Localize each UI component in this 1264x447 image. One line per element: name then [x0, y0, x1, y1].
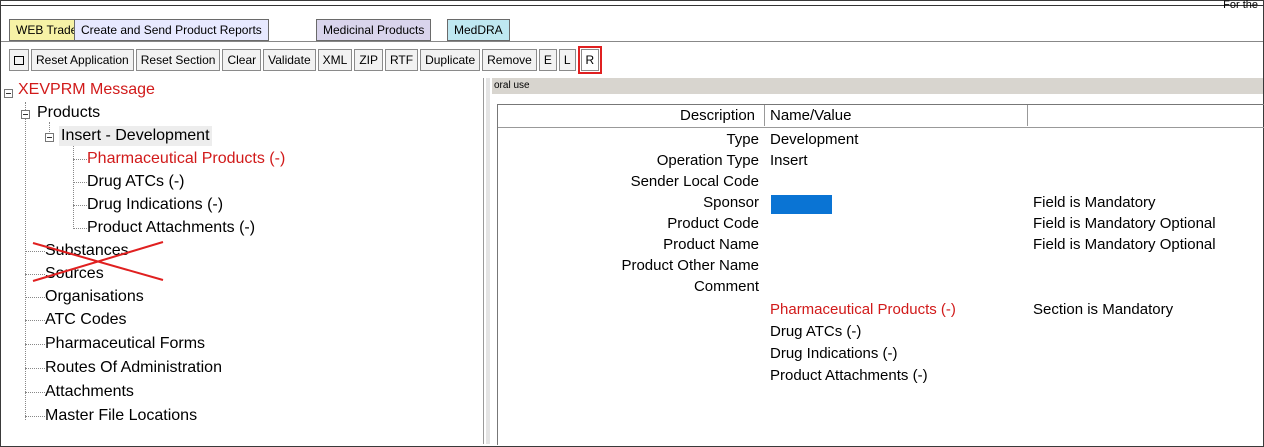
clear-button[interactable]: Clear — [222, 49, 262, 71]
collapse-toggle-icon[interactable] — [45, 133, 54, 142]
tree-item-master-file-locations[interactable]: Master File Locations — [45, 406, 197, 426]
row-label: Product Code — [667, 215, 759, 232]
corner-title: For the — [1223, 0, 1258, 11]
tree-connector — [25, 416, 45, 417]
row-note: Field is Mandatory Optional — [1033, 236, 1216, 253]
reset-application-button[interactable]: Reset Application — [31, 49, 134, 71]
tree-root-xevprm-message[interactable]: XEVPRM Message — [18, 80, 155, 100]
tree-item-pharmaceutical-products[interactable]: Pharmaceutical Products (-) — [87, 149, 285, 169]
panel-splitter[interactable] — [486, 78, 490, 444]
row-label: Product Other Name — [621, 257, 759, 274]
remove-button[interactable]: Remove — [482, 49, 537, 71]
column-header-name-value: Name/Value — [770, 107, 852, 124]
row-label: Sponsor — [703, 194, 759, 211]
validate-button[interactable]: Validate — [263, 49, 316, 71]
sponsor-value-field[interactable] — [771, 195, 832, 214]
window-toggle-button[interactable] — [9, 49, 29, 71]
xml-button[interactable]: XML — [317, 49, 353, 71]
tree-item-attachments[interactable]: Attachments — [45, 382, 134, 402]
tree-item-atc-codes[interactable]: ATC Codes — [45, 310, 127, 330]
row-label: Operation Type — [656, 152, 759, 169]
table-row: Operation Type Insert — [498, 152, 1264, 173]
row-label: Type — [726, 131, 759, 148]
tree-item-routes-of-administration[interactable]: Routes Of Administration — [45, 358, 222, 378]
reset-section-button[interactable]: Reset Section — [135, 49, 221, 71]
tree-item-organisations[interactable]: Organisations — [45, 287, 144, 307]
tree-item-product-attachments[interactable]: Product Attachments (-) — [87, 218, 255, 238]
tree-connector — [25, 320, 45, 321]
tab-create-send-product-reports[interactable]: Create and Send Product Reports — [74, 19, 269, 41]
tree-item-drug-indications[interactable]: Drug Indications (-) — [87, 195, 223, 215]
detail-table: Description Name/Value Type Development … — [497, 104, 1264, 445]
link-pharmaceutical-products[interactable]: Pharmaceutical Products (-) — [770, 301, 956, 318]
table-row: Sender Local Code — [498, 173, 1264, 194]
toolbar: Reset Application Reset Section Clear Va… — [9, 46, 603, 74]
tree-item-drug-atcs[interactable]: Drug ATCs (-) — [87, 172, 184, 192]
tab-medicinal-products[interactable]: Medicinal Products — [316, 19, 432, 41]
l-button[interactable]: L — [558, 49, 576, 71]
table-row: Sponsor Field is Mandatory — [498, 194, 1264, 215]
row-label: Comment — [693, 278, 759, 295]
table-row: Product Code Field is Mandatory Optional — [498, 215, 1264, 236]
path-bar: oral use — [492, 78, 1263, 94]
table-row: Product Other Name — [498, 257, 1264, 278]
tree-connector — [73, 182, 87, 183]
tree-connector — [73, 159, 87, 160]
e-button[interactable]: E — [538, 49, 557, 71]
tree-connector — [25, 102, 26, 420]
table-row: Product Name Field is Mandatory Optional — [498, 236, 1264, 257]
table-row: Type Development — [498, 131, 1264, 152]
row-value[interactable]: Development — [770, 131, 858, 148]
link-drug-indications[interactable]: Drug Indications (-) — [770, 345, 898, 362]
tree-panel: XEVPRM Message Products Insert - Develop… — [1, 78, 484, 444]
row-label: Product Name — [663, 236, 759, 253]
link-product-attachments[interactable]: Product Attachments (-) — [770, 367, 928, 384]
tree-connector — [25, 392, 45, 393]
duplicate-button[interactable]: Duplicate — [420, 49, 481, 71]
rtf-button[interactable]: RTF — [384, 49, 419, 71]
tree-connector — [73, 144, 74, 229]
tabs-divider — [1, 41, 1263, 42]
navigation-tree: XEVPRM Message Products Insert - Develop… — [1, 78, 481, 444]
column-separator — [1027, 105, 1028, 126]
row-label: Sender Local Code — [630, 173, 759, 190]
tree-connector — [25, 297, 45, 298]
collapse-toggle-icon[interactable] — [4, 89, 13, 98]
table-row: Drug ATCs (-) — [498, 323, 1264, 344]
cross-out-icon — [32, 241, 164, 282]
detail-panel: oral use Description Name/Value Type Dev… — [492, 78, 1264, 445]
table-row: Pharmaceutical Products (-) Section is M… — [498, 301, 1264, 322]
tree-connector — [73, 205, 87, 206]
table-row: Drug Indications (-) — [498, 345, 1264, 366]
tree-item-products[interactable]: Products — [37, 103, 100, 123]
tree-connector — [25, 368, 45, 369]
column-header-description: Description — [680, 107, 756, 124]
tree-item-pharmaceutical-forms[interactable]: Pharmaceutical Forms — [45, 334, 205, 354]
tree-item-insert-development[interactable]: Insert - Development — [59, 126, 212, 146]
header-divider — [498, 127, 1264, 128]
tree-connector — [73, 228, 87, 229]
strikeout-mark — [31, 238, 167, 283]
window-icon — [14, 55, 24, 65]
table-row: Comment — [498, 278, 1264, 299]
section-note: Section is Mandatory — [1033, 301, 1174, 318]
zip-button[interactable]: ZIP — [354, 49, 383, 71]
title-separator — [1, 5, 1263, 6]
tree-connector — [25, 344, 45, 345]
row-value[interactable]: Insert — [770, 152, 808, 169]
tab-meddra[interactable]: MedDRA — [447, 19, 510, 41]
row-note: Field is Mandatory Optional — [1033, 215, 1216, 232]
table-row: Product Attachments (-) — [498, 367, 1264, 388]
r-button[interactable]: R — [577, 46, 603, 74]
link-drug-atcs[interactable]: Drug ATCs (-) — [770, 323, 861, 340]
row-note: Field is Mandatory — [1033, 194, 1156, 211]
column-separator — [764, 105, 765, 126]
collapse-toggle-icon[interactable] — [21, 110, 30, 119]
